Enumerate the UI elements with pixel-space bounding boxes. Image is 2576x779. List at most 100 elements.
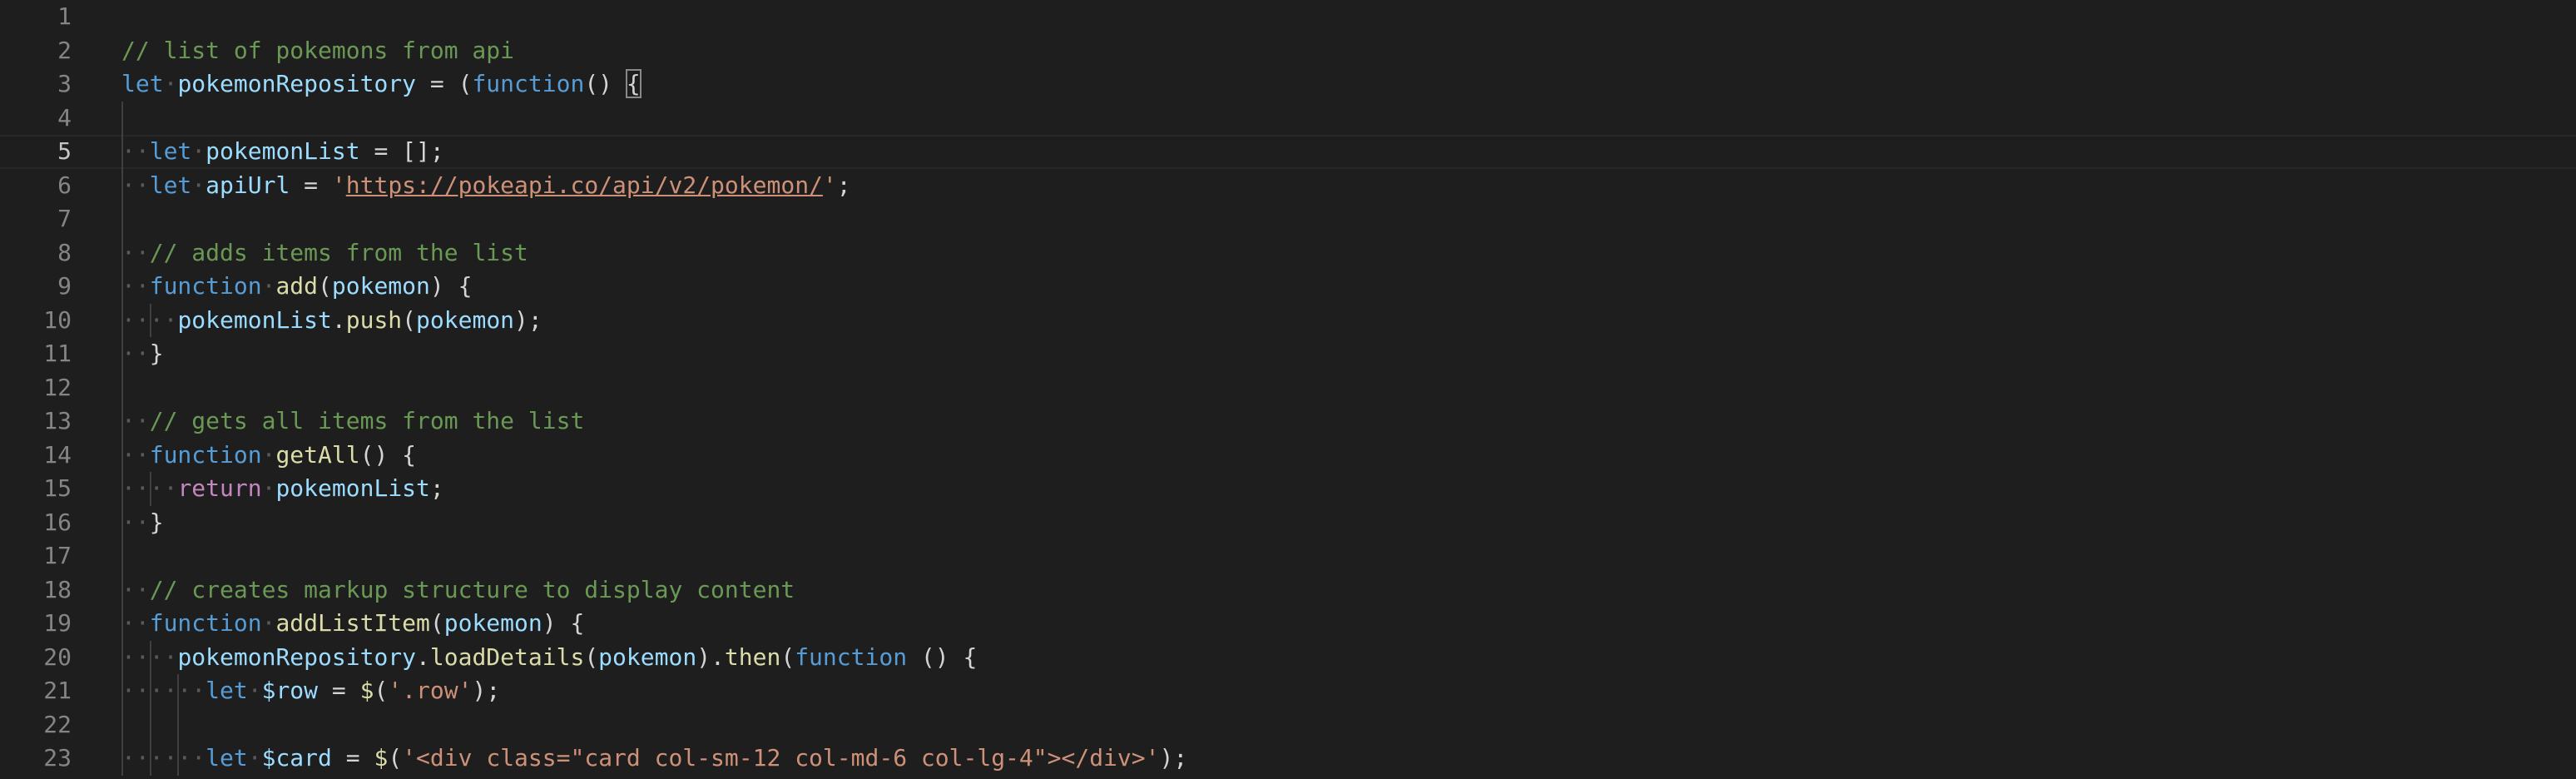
code-text[interactable]: let·pokemonRepository = (function() { [121, 67, 642, 102]
code-token: function [149, 272, 262, 300]
code-text[interactable]: ····pokemonList.push(pokemon); [121, 304, 542, 338]
code-line[interactable]: 9 ··function·add(pokemon) { [0, 270, 2576, 304]
matched-bracket: { [625, 69, 642, 98]
indent-guide [149, 707, 151, 742]
code-token: ( [402, 305, 417, 334]
code-line[interactable]: 2 // list of pokemons from api [0, 34, 2576, 68]
code-text[interactable]: ··function·getAll() { [121, 439, 416, 473]
whitespace-marker: ·· [121, 137, 150, 165]
whitespace-marker: · [191, 171, 206, 199]
line-number: 9 [57, 272, 72, 300]
code-text[interactable]: ··function·add(pokemon) { [121, 270, 472, 304]
code-token: '.row' [388, 677, 473, 704]
code-text[interactable]: ······let·$row = $('.row'); [121, 674, 500, 708]
code-token: ; [429, 474, 444, 502]
code-line[interactable]: 23 ······let·$card = $('<div class="card … [0, 742, 2576, 776]
code-line[interactable]: 16 ··} [0, 505, 2576, 540]
code-token: = [331, 744, 374, 772]
code-line[interactable]: 14 ··function·getAll() { [0, 438, 2576, 473]
code-line[interactable]: 8 ··// adds items from the list [0, 236, 2576, 270]
code-token: = [318, 677, 360, 704]
code-token: then [724, 643, 781, 671]
code-line[interactable]: 11 ··} [0, 337, 2576, 371]
code-text[interactable]: ······let·$card = $('<div class="card co… [121, 742, 1187, 776]
code-line[interactable]: 15 ····return·pokemonList; [0, 472, 2576, 506]
code-text[interactable]: ··} [121, 506, 164, 540]
code-token: pokemonList [275, 474, 430, 502]
code-token: pokemon [416, 305, 515, 334]
whitespace-marker: · [261, 474, 276, 502]
code-token: ' [822, 171, 837, 199]
indent-guide [121, 101, 123, 135]
code-token: ); [472, 677, 501, 704]
code-token: = []; [359, 137, 444, 165]
code-line[interactable]: 20 ····pokemonRepository.loadDetails(poke… [0, 640, 2576, 675]
code-text[interactable]: ··function·addListItem(pokemon) { [121, 607, 584, 641]
code-token: = [290, 171, 332, 199]
whitespace-marker: · [163, 70, 178, 97]
code-token: ( [318, 272, 332, 300]
code-token: () { [907, 643, 978, 671]
code-line[interactable]: 12 [0, 370, 2576, 404]
line-number: 11 [43, 340, 72, 367]
code-line[interactable]: 18 ··// creates markup structure to displ… [0, 573, 2576, 608]
code-line[interactable]: 13 ··// gets all items from the list [0, 404, 2576, 439]
code-token: ); [514, 305, 542, 334]
whitespace-marker: · [247, 677, 262, 704]
code-token: () [584, 70, 627, 97]
code-line[interactable]: 10 ····pokemonList.push(pokemon); [0, 303, 2576, 338]
code-text[interactable]: ··let·apiUrl = 'https://pokeapi.co/api/v… [121, 169, 851, 203]
code-token: let [206, 677, 248, 704]
code-line[interactable]: 3 let·pokemonRepository = (function() { [0, 67, 2576, 102]
line-number: 14 [43, 440, 72, 469]
code-line[interactable]: 6 ··let·apiUrl = 'https://pokeapi.co/api/… [0, 168, 2576, 203]
line-number: 1 [57, 2, 72, 30]
whitespace-marker: ·· [121, 508, 150, 536]
code-token[interactable]: https://pokeapi.co/api/v2/pokemon/ [346, 171, 823, 199]
code-text[interactable]: ··// creates markup structure to display… [121, 573, 795, 608]
code-line[interactable]: 22 [0, 707, 2576, 742]
line-number: 15 [43, 474, 72, 502]
code-line[interactable]: 21 ······let·$row = $('.row'); [0, 674, 2576, 708]
code-line[interactable]: 17 [0, 539, 2576, 573]
code-line[interactable]: 19 ··function·addListItem(pokemon) { [0, 607, 2576, 641]
code-editor[interactable]: 1 2// list of pokemons from api 3 let·pokem… [0, 0, 2576, 779]
code-token: ( [429, 609, 444, 637]
code-line[interactable]: 1 [0, 0, 2576, 34]
whitespace-marker: · [247, 744, 262, 772]
line-number: 13 [43, 407, 72, 434]
code-token: . [416, 643, 430, 671]
code-token: pokemon [443, 609, 542, 637]
code-token: add [275, 272, 319, 300]
code-token: ' [331, 171, 346, 199]
code-line[interactable]: 5 ··let·pokemonList = []; [0, 135, 2576, 169]
line-number: 21 [43, 677, 72, 704]
code-text[interactable]: ··} [121, 337, 164, 371]
code-line[interactable]: 4 [0, 101, 2576, 135]
line-number: 3 [57, 70, 72, 97]
indent-guide [121, 539, 123, 573]
whitespace-marker: ·· [121, 272, 150, 300]
code-token: ). [696, 643, 725, 671]
code-text[interactable]: ··// gets all items from the list [121, 404, 584, 439]
code-token: } [149, 340, 164, 367]
code-text[interactable]: ····pokemonRepository.loadDetails(pokemo… [121, 641, 977, 675]
code-text[interactable]: // list of pokemons from api [121, 34, 514, 68]
code-token: let [206, 744, 248, 772]
line-number: 5 [57, 137, 72, 165]
code-text[interactable]: ··let·pokemonList = []; [121, 135, 444, 169]
code-token: $row [261, 677, 319, 704]
whitespace-marker: ·· [121, 340, 150, 367]
code-token: let [121, 70, 164, 97]
code-text[interactable]: ····return·pokemonList; [121, 472, 444, 506]
code-token: () { [359, 440, 417, 469]
code-token: pokemonRepository [177, 70, 417, 97]
line-number: 8 [57, 238, 72, 266]
code-token: push [345, 305, 403, 334]
line-number: 23 [43, 744, 72, 772]
code-text[interactable]: ··// adds items from the list [121, 236, 528, 270]
whitespace-marker: ·· [121, 238, 150, 266]
code-line[interactable]: 7 [0, 202, 2576, 236]
whitespace-marker: ······ [121, 677, 206, 704]
code-token: function [472, 70, 585, 97]
